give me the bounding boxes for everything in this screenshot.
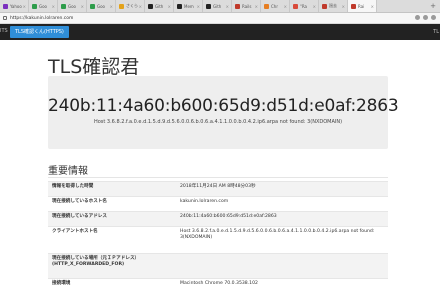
tab-label: Goo — [68, 4, 76, 9]
info-value: 240b:11:4a60:b600:65d9:d51d:e0af:2863 — [176, 212, 388, 227]
info-key: 現在接続しているホスト名 — [48, 197, 176, 212]
tab-label: Gith — [213, 4, 221, 9]
url-text: https://kakunin.lolraren.com — [10, 16, 73, 21]
favicon-icon — [90, 4, 95, 9]
favicon-icon — [351, 4, 356, 9]
browser-tab[interactable]: "Ra × — [290, 0, 319, 12]
browser-tab[interactable]: Gith × — [203, 0, 232, 12]
info-key: クライアントホスト名 — [48, 227, 176, 254]
close-icon[interactable]: × — [255, 4, 258, 9]
profile-icon[interactable] — [431, 15, 436, 20]
new-tab-button[interactable]: + — [430, 2, 436, 10]
site-navbar: ITS TLS確認くん(HTTPS) TL — [0, 24, 440, 40]
tab-label: Rails — [242, 4, 251, 9]
favicon-icon — [148, 4, 153, 9]
close-icon[interactable]: × — [168, 4, 171, 9]
tab-label: Rai — [358, 4, 364, 9]
info-key: 情報を取得した時間 — [48, 182, 176, 197]
browser-toolbar-icons — [415, 15, 436, 20]
tab-label: Chr — [271, 4, 278, 9]
navbar-right-text: TL — [433, 29, 439, 35]
info-table: 情報を取得した時間 2018年11月24日 AM 8時48分03秒 現在接続して… — [48, 181, 388, 293]
browser-tab[interactable]: Gith × — [145, 0, 174, 12]
close-icon[interactable]: × — [197, 4, 200, 9]
close-icon[interactable]: × — [110, 4, 113, 9]
close-icon[interactable]: × — [52, 4, 55, 9]
close-icon[interactable]: × — [226, 4, 229, 9]
favicon-icon — [119, 4, 124, 9]
favicon-icon — [32, 4, 37, 9]
table-row: クライアントホスト名 Host 3.6.8.2.f.a.0.e.d.1.5.d.… — [48, 227, 388, 254]
info-key: 現在接続しているアドレス — [48, 212, 176, 227]
host-lookup-text: Host 3.6.8.2.f.a.0.e.d.1.5.d.9.d.5.6.0.0… — [48, 119, 388, 125]
table-row: 接続環境 Macintosh Chrome 70.0.3538.102 — [48, 279, 388, 293]
favicon-icon — [322, 4, 327, 9]
favicon-icon — [61, 4, 66, 9]
browser-tab[interactable]: Rails × — [232, 0, 261, 12]
extension-icon[interactable] — [423, 15, 428, 20]
tab-label: Mem — [184, 4, 194, 9]
address-bar: https://kakunin.lolraren.com — [0, 13, 440, 24]
info-key: 現在接続している場所（元ＩＰアドレス）(HTTP_X_FORWARDED_FOR… — [48, 254, 176, 279]
close-icon[interactable]: × — [342, 4, 345, 9]
browser-tab[interactable]: Mem× — [174, 0, 203, 12]
close-icon[interactable]: × — [81, 4, 84, 9]
tab-label: Goo — [39, 4, 47, 9]
tab-label: "Ra — [300, 4, 307, 9]
info-value: Host 3.6.8.2.f.a.0.e.d.1.5.d.9.d.5.6.0.0… — [176, 227, 388, 254]
table-row: 情報を取得した時間 2018年11月24日 AM 8時48分03秒 — [48, 182, 388, 197]
info-value: Macintosh Chrome 70.0.3538.102 — [176, 279, 388, 293]
favicon-icon — [264, 4, 269, 9]
info-key: 接続環境 — [48, 279, 176, 293]
browser-tab[interactable]: Goo × — [29, 0, 58, 12]
divider — [48, 177, 388, 178]
navbar-left-text: ITS — [0, 28, 8, 34]
favicon-icon — [293, 4, 298, 9]
browser-tab[interactable]: さくら× — [116, 0, 145, 12]
extension-icon[interactable] — [415, 15, 420, 20]
tab-label: Goo — [97, 4, 105, 9]
page-title: TLS確認君 — [48, 52, 139, 79]
browser-tab[interactable]: Goo × — [58, 0, 87, 12]
close-icon[interactable]: × — [371, 4, 374, 9]
close-icon[interactable]: × — [139, 4, 142, 9]
tab-strip: Yahoo×Goo×Goo×Goo×さくら×Gith×Mem×Gith×Rail… — [0, 0, 440, 13]
ip-address-display: 240b:11:4a60:b600:65d9:d51d:e0af:2863 — [48, 96, 388, 116]
info-value: 2018年11月24日 AM 8時48分03秒 — [176, 182, 388, 197]
browser-tab[interactable]: Goo × — [87, 0, 116, 12]
favicon-icon — [177, 4, 182, 9]
tab-label: Gith — [155, 4, 163, 9]
browser-tab[interactable]: Chr × — [261, 0, 290, 12]
browser-tab[interactable]: 過去 × — [319, 0, 348, 12]
favicon-icon — [206, 4, 211, 9]
info-value — [176, 254, 388, 279]
section-title: 重要情報 — [48, 162, 88, 177]
tab-label: 過去 — [329, 3, 337, 9]
info-value: kakunin.lolraren.com — [176, 197, 388, 212]
table-row: 現在接続しているホスト名 kakunin.lolraren.com — [48, 197, 388, 212]
browser-tab[interactable]: Yahoo× — [0, 0, 29, 12]
lock-icon — [3, 16, 7, 20]
close-icon[interactable]: × — [23, 4, 26, 9]
ip-jumbotron: 240b:11:4a60:b600:65d9:d51d:e0af:2863 Ho… — [48, 76, 388, 149]
close-icon[interactable]: × — [313, 4, 316, 9]
close-icon[interactable]: × — [284, 4, 287, 9]
tab-label: さくら — [126, 3, 138, 9]
browser-tab[interactable]: Rai × — [348, 0, 377, 12]
table-row: 現在接続している場所（元ＩＰアドレス）(HTTP_X_FORWARDED_FOR… — [48, 254, 388, 279]
navbar-brand-button[interactable]: TLS確認くん(HTTPS) — [10, 26, 69, 38]
favicon-icon — [3, 4, 8, 9]
table-row: 現在接続しているアドレス 240b:11:4a60:b600:65d9:d51d… — [48, 212, 388, 227]
tab-label: Yahoo — [10, 4, 22, 9]
favicon-icon — [235, 4, 240, 9]
url-field[interactable]: https://kakunin.lolraren.com — [3, 14, 410, 22]
